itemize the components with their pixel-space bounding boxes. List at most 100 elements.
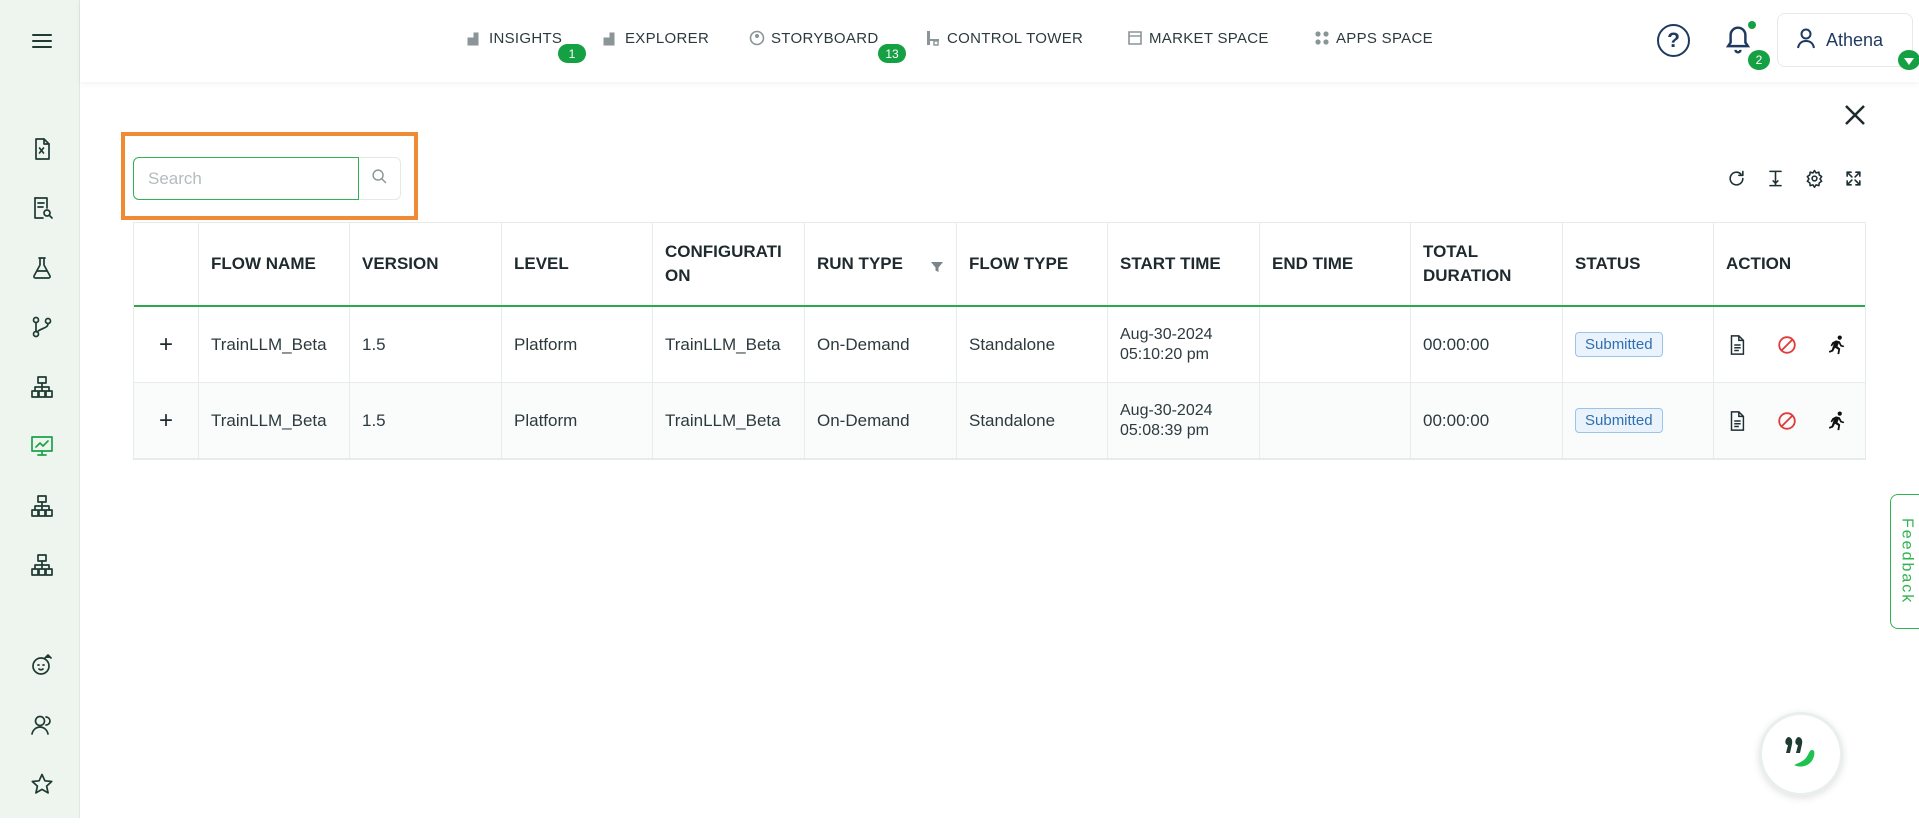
notification-count-badge: 2 — [1748, 50, 1770, 70]
close-icon[interactable] — [1840, 100, 1870, 130]
configuration-cell: TrainLLM_Beta — [653, 383, 805, 458]
filter-icon[interactable] — [930, 257, 944, 272]
cancel-run-icon[interactable] — [1776, 409, 1798, 433]
start-time-cell: Aug-30-2024 05:10:20 pm — [1108, 307, 1260, 382]
total-duration-cell: 00:00:00 — [1411, 383, 1563, 458]
column-header-version[interactable]: VERSION — [350, 223, 502, 305]
hamburger-menu-icon[interactable] — [27, 26, 57, 56]
chatbot-logo-icon — [1776, 727, 1826, 782]
notification-dot — [1748, 21, 1756, 29]
nav-insights-label: INSIGHTS — [489, 29, 563, 47]
cancel-run-icon[interactable] — [1776, 333, 1798, 357]
end-time-cell — [1260, 307, 1411, 382]
nav-market-space[interactable]: MARKET SPACE — [1127, 28, 1269, 48]
column-header-total-duration[interactable]: TOTAL DURATION — [1411, 223, 1563, 305]
feedback-tab[interactable]: Feedback — [1890, 494, 1919, 629]
column-header-expand — [134, 223, 199, 305]
expand-row-cell: + — [134, 307, 199, 382]
users-icon[interactable] — [27, 710, 57, 740]
action-cell — [1714, 383, 1865, 458]
start-time-cell: Aug-30-2024 05:08:39 pm — [1108, 383, 1260, 458]
status-cell: Submitted — [1563, 383, 1714, 458]
column-header-status[interactable]: STATUS — [1563, 223, 1714, 305]
apps-grid-icon — [1314, 30, 1330, 46]
column-header-configuration[interactable]: CONFIGURATI ON — [653, 223, 805, 305]
status-badge: Submitted — [1575, 332, 1663, 357]
column-header-run-type-label: RUN TYPE — [817, 254, 903, 273]
gear-icon[interactable] — [1802, 166, 1826, 190]
table-header: FLOW NAME VERSION LEVEL CONFIGURATI ON R… — [134, 223, 1865, 307]
text-height-icon[interactable] — [1763, 166, 1787, 190]
column-header-level[interactable]: LEVEL — [502, 223, 653, 305]
version-cell: 1.5 — [350, 383, 502, 458]
column-header-total-duration-label: TOTAL DURATION — [1423, 242, 1512, 285]
star-icon[interactable] — [27, 769, 57, 799]
column-header-run-type[interactable]: RUN TYPE — [805, 223, 957, 305]
user-menu-button[interactable]: Athena — [1777, 13, 1913, 67]
table-row: + TrainLLM_Beta 1.5 Platform TrainLLM_Be… — [134, 307, 1865, 383]
hierarchy-icon[interactable] — [27, 550, 57, 580]
flow-name-cell: TrainLLM_Beta — [199, 383, 350, 458]
status-badge: Submitted — [1575, 408, 1663, 433]
status-cell: Submitted — [1563, 307, 1714, 382]
nav-insights[interactable]: INSIGHTS — [467, 28, 562, 48]
nav-explorer-label: EXPLORER — [625, 29, 710, 47]
column-header-end-time[interactable]: END TIME — [1260, 223, 1411, 305]
column-header-flow-name[interactable]: FLOW NAME — [199, 223, 350, 305]
nav-market-space-label: MARKET SPACE — [1149, 29, 1269, 47]
store-icon — [1127, 30, 1143, 46]
run-flow-icon[interactable] — [1826, 409, 1848, 433]
table-row: + TrainLLM_Beta 1.5 Platform TrainLLM_Be… — [134, 383, 1865, 459]
nav-control-tower-label: CONTROL TOWER — [947, 29, 1084, 47]
run-flow-icon[interactable] — [1826, 333, 1848, 357]
nav-storyboard[interactable]: STORYBOARD — [749, 28, 878, 48]
presentation-chart-icon[interactable] — [27, 431, 57, 461]
bell-icon[interactable] — [1723, 24, 1753, 58]
flow-name-cell: TrainLLM_Beta — [199, 307, 350, 382]
action-cell — [1714, 307, 1865, 382]
search-button[interactable] — [359, 157, 401, 200]
flask-icon[interactable] — [27, 253, 57, 283]
storyboard-badge: 13 — [878, 44, 906, 63]
palette-icon — [749, 30, 765, 46]
user-name: Athena — [1826, 29, 1884, 50]
run-type-cell: On-Demand — [805, 383, 957, 458]
hierarchy-icon[interactable] — [27, 372, 57, 402]
excel-file-icon[interactable] — [27, 134, 57, 164]
chevron-down-icon[interactable] — [1898, 50, 1919, 70]
configuration-cell: TrainLLM_Beta — [653, 307, 805, 382]
view-document-icon[interactable] — [1726, 333, 1748, 357]
report-search-icon[interactable] — [27, 193, 57, 223]
bar-chart-icon — [603, 30, 619, 46]
chatbot-button[interactable] — [1759, 712, 1843, 796]
search-input[interactable] — [133, 157, 359, 200]
refresh-icon[interactable] — [1724, 166, 1748, 190]
nav-apps-space-label: APPS SPACE — [1336, 29, 1433, 47]
column-header-flow-type[interactable]: FLOW TYPE — [957, 223, 1108, 305]
bot-icon[interactable] — [27, 649, 57, 679]
column-header-action: ACTION — [1726, 254, 1792, 273]
tower-icon — [925, 30, 941, 46]
flow-runs-table: FLOW NAME VERSION LEVEL CONFIGURATI ON R… — [133, 222, 1866, 460]
expand-row-cell: + — [134, 383, 199, 458]
version-cell: 1.5 — [350, 307, 502, 382]
left-sidebar — [0, 0, 80, 818]
expand-row-button[interactable]: + — [159, 407, 173, 435]
level-cell: Platform — [502, 383, 653, 458]
end-time-cell — [1260, 383, 1411, 458]
nav-explorer[interactable]: EXPLORER — [603, 28, 709, 48]
help-button[interactable]: ? — [1657, 24, 1690, 57]
git-branch-icon[interactable] — [27, 312, 57, 342]
nav-storyboard-label: STORYBOARD — [771, 29, 879, 47]
nav-control-tower[interactable]: CONTROL TOWER — [925, 28, 1083, 48]
nav-apps-space[interactable]: APPS SPACE — [1314, 28, 1433, 48]
column-header-start-time[interactable]: START TIME — [1108, 223, 1260, 305]
fullscreen-icon[interactable] — [1841, 166, 1865, 190]
flow-type-cell: Standalone — [957, 383, 1108, 458]
flow-type-cell: Standalone — [957, 307, 1108, 382]
total-duration-cell: 00:00:00 — [1411, 307, 1563, 382]
level-cell: Platform — [502, 307, 653, 382]
expand-row-button[interactable]: + — [159, 331, 173, 359]
view-document-icon[interactable] — [1726, 409, 1748, 433]
hierarchy-icon[interactable] — [27, 491, 57, 521]
